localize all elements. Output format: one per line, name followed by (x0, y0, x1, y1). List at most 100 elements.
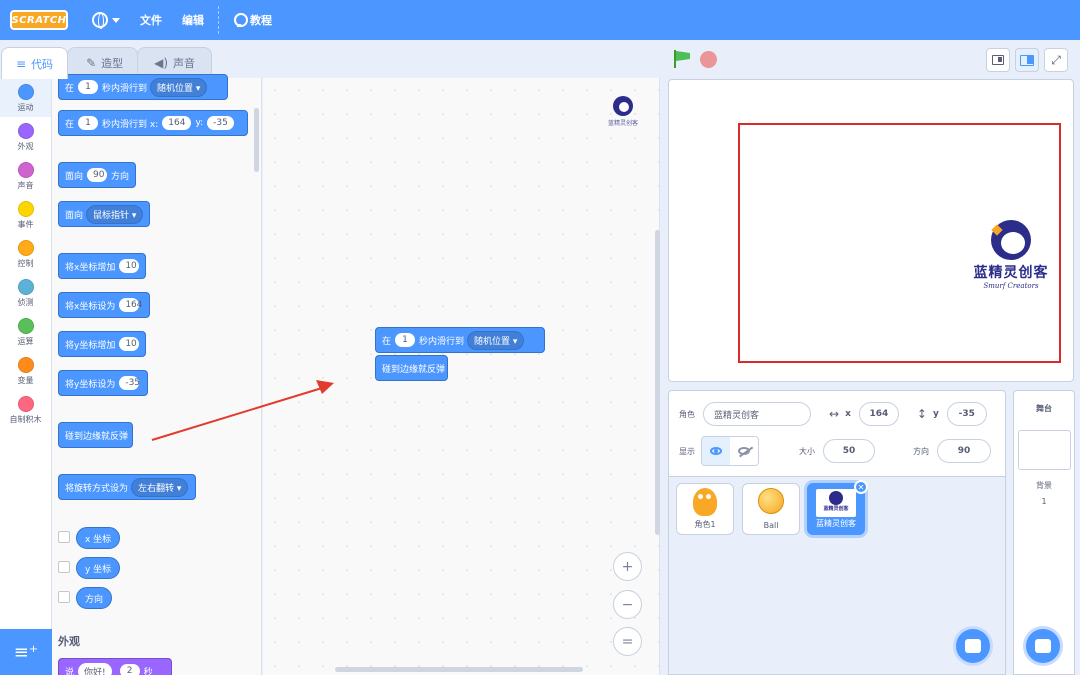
block-dropdown[interactable]: 随机位置 (467, 330, 525, 350)
block-glide-random[interactable]: 在 1 秒内滑行到 随机位置 (58, 74, 228, 100)
block-point-direction[interactable]: 面向 90 方向 (58, 162, 136, 188)
small-stage-button[interactable] (986, 48, 1010, 72)
sprite-tile-ball[interactable]: Ball (742, 483, 800, 535)
reporter-direction[interactable]: 方向 (76, 587, 113, 609)
block-change-x[interactable]: 将x坐标增加 10 (58, 253, 146, 279)
block-number-input[interactable]: 10 (119, 259, 140, 273)
checkbox-direction[interactable] (58, 591, 70, 603)
category-label: 控制 (17, 259, 34, 268)
category-operators[interactable]: 运算 (0, 312, 51, 351)
fullscreen-button[interactable]: ⤢ (1044, 48, 1068, 72)
block-text-input[interactable]: 你好! (78, 662, 112, 675)
block-number-input[interactable]: 1 (78, 116, 99, 130)
block-change-y[interactable]: 将y坐标增加 10 (58, 331, 146, 357)
reporter-x-position[interactable]: x 坐标 (76, 527, 121, 549)
category-sound[interactable]: 声音 (0, 156, 51, 195)
category-label: 自制积木 (9, 415, 42, 424)
normal-stage-button[interactable] (1015, 48, 1039, 72)
file-menu[interactable]: 文件 (130, 0, 172, 40)
speaker-icon: ◀) (154, 56, 169, 70)
sprite-tile-cat[interactable]: 角色1 (676, 483, 734, 535)
tutorials-menu[interactable]: 教程 (223, 0, 282, 40)
ball-thumbnail (758, 488, 784, 514)
block-glide-xy[interactable]: 在 1 秒内滑行到 x: 164 y: -35 (58, 110, 248, 136)
category-dot (17, 123, 34, 139)
stage-logo-subtitle: Smurf Creators (983, 282, 1039, 290)
category-dot (17, 279, 34, 295)
hide-sprite-button[interactable] (730, 437, 758, 465)
block-number-input[interactable]: 2 (119, 664, 140, 675)
cat-thumbnail (693, 488, 717, 516)
block-dropdown[interactable]: 随机位置 (150, 77, 208, 97)
stage-thumbnail[interactable] (1018, 430, 1071, 470)
script-block-glide-random[interactable]: 在 1 秒内滑行到 随机位置 (375, 327, 545, 353)
checkbox-y-position[interactable] (58, 561, 70, 573)
y-arrows-icon: ↕ (916, 407, 927, 421)
menu-bar: SCRATCH 文件 编辑 教程 (0, 0, 1080, 40)
category-label: 外观 (17, 142, 34, 151)
sprite-info-row-1: 角色 蓝精灵创客 ↔ x 164 ↕ y -35 (679, 402, 987, 426)
block-text: 将y坐标增加 (65, 340, 116, 351)
block-number-input[interactable]: -35 (119, 376, 140, 390)
x-input[interactable]: 164 (858, 402, 899, 426)
green-flag-icon[interactable] (674, 50, 690, 68)
zoom-reset-button[interactable]: = (613, 627, 642, 656)
category-motion[interactable]: 运动 (0, 78, 51, 117)
block-number-input[interactable]: 1 (78, 80, 99, 94)
category-sensing[interactable]: 侦测 (0, 273, 51, 312)
direction-input[interactable]: 90 (937, 439, 991, 463)
category-my-blocks[interactable]: 自制积木 (0, 390, 51, 429)
edit-menu[interactable]: 编辑 (172, 0, 214, 40)
lightbulb-icon (233, 13, 248, 27)
block-number-input[interactable]: 90 (87, 168, 108, 182)
category-looks[interactable]: 外观 (0, 117, 51, 156)
sprite-tile-smurf[interactable]: 蓝精灵创客 蓝精灵创客 ✕ (807, 480, 868, 535)
script-block-bounce-on-edge[interactable]: 碰到边缘就反弹 (375, 355, 448, 381)
zoom-out-button[interactable]: − (613, 590, 642, 619)
scratch-logo[interactable]: SCRATCH (10, 10, 68, 30)
sprite-name-input[interactable]: 蓝精灵创客 (703, 402, 811, 426)
block-text: 碰到边缘就反弹 (382, 364, 446, 375)
block-x-input[interactable]: 164 (162, 116, 192, 130)
category-variables[interactable]: 变量 (0, 351, 51, 390)
add-backdrop-button[interactable] (1023, 626, 1063, 666)
eye-slash-icon (738, 447, 750, 455)
stop-icon[interactable] (700, 51, 717, 68)
caret-down-icon (112, 17, 120, 23)
smurf-thumbnail: 蓝精灵创客 (816, 489, 856, 517)
block-set-rotation-style[interactable]: 将旋转方式设为 左右翻转 (58, 474, 196, 500)
y-input[interactable]: -35 (946, 402, 987, 426)
workspace-vertical-scrollbar[interactable] (655, 230, 660, 535)
delete-sprite-button[interactable]: ✕ (854, 480, 868, 494)
category-label: 侦测 (17, 298, 34, 307)
palette-scrollbar[interactable] (254, 108, 259, 172)
block-text: 说 (65, 667, 75, 675)
script-workspace[interactable]: 蓝精灵创客 (263, 78, 660, 675)
block-say-for-secs[interactable]: 说 你好! 2 秒 (58, 658, 172, 675)
block-number-input[interactable]: 1 (395, 333, 416, 347)
stage-sprite-smurf[interactable]: 蓝精灵创客 Smurf Creators (968, 220, 1054, 290)
block-dropdown[interactable]: 鼠标指针 (86, 204, 144, 224)
block-bounce-on-edge[interactable]: 碰到边缘就反弹 (58, 422, 133, 448)
block-number-input[interactable]: 164 (119, 298, 143, 312)
reporter-y-position[interactable]: y 坐标 (76, 557, 121, 579)
category-dot (17, 240, 34, 256)
category-control[interactable]: 控制 (0, 234, 51, 273)
block-dropdown[interactable]: 左右翻转 (131, 477, 189, 497)
add-sprite-button[interactable] (953, 626, 993, 666)
block-number-input[interactable]: 10 (119, 337, 140, 351)
block-point-towards[interactable]: 面向 鼠标指针 (58, 201, 150, 227)
category-events[interactable]: 事件 (0, 195, 51, 234)
add-extension-button[interactable]: ≡⁺ (0, 629, 52, 675)
show-sprite-button[interactable] (702, 437, 730, 465)
workspace-horizontal-scrollbar[interactable] (335, 667, 583, 672)
language-menu[interactable] (82, 0, 130, 40)
x-arrows-icon: ↔ (829, 407, 840, 421)
tab-code[interactable]: ≡ 代码 (1, 47, 69, 79)
block-set-x[interactable]: 将x坐标设为 164 (58, 292, 150, 318)
zoom-in-button[interactable]: + (613, 552, 642, 581)
block-y-input[interactable]: -35 (207, 116, 234, 130)
size-input[interactable]: 50 (823, 439, 875, 463)
checkbox-x-position[interactable] (58, 531, 70, 543)
block-set-y[interactable]: 将y坐标设为 -35 (58, 370, 148, 396)
